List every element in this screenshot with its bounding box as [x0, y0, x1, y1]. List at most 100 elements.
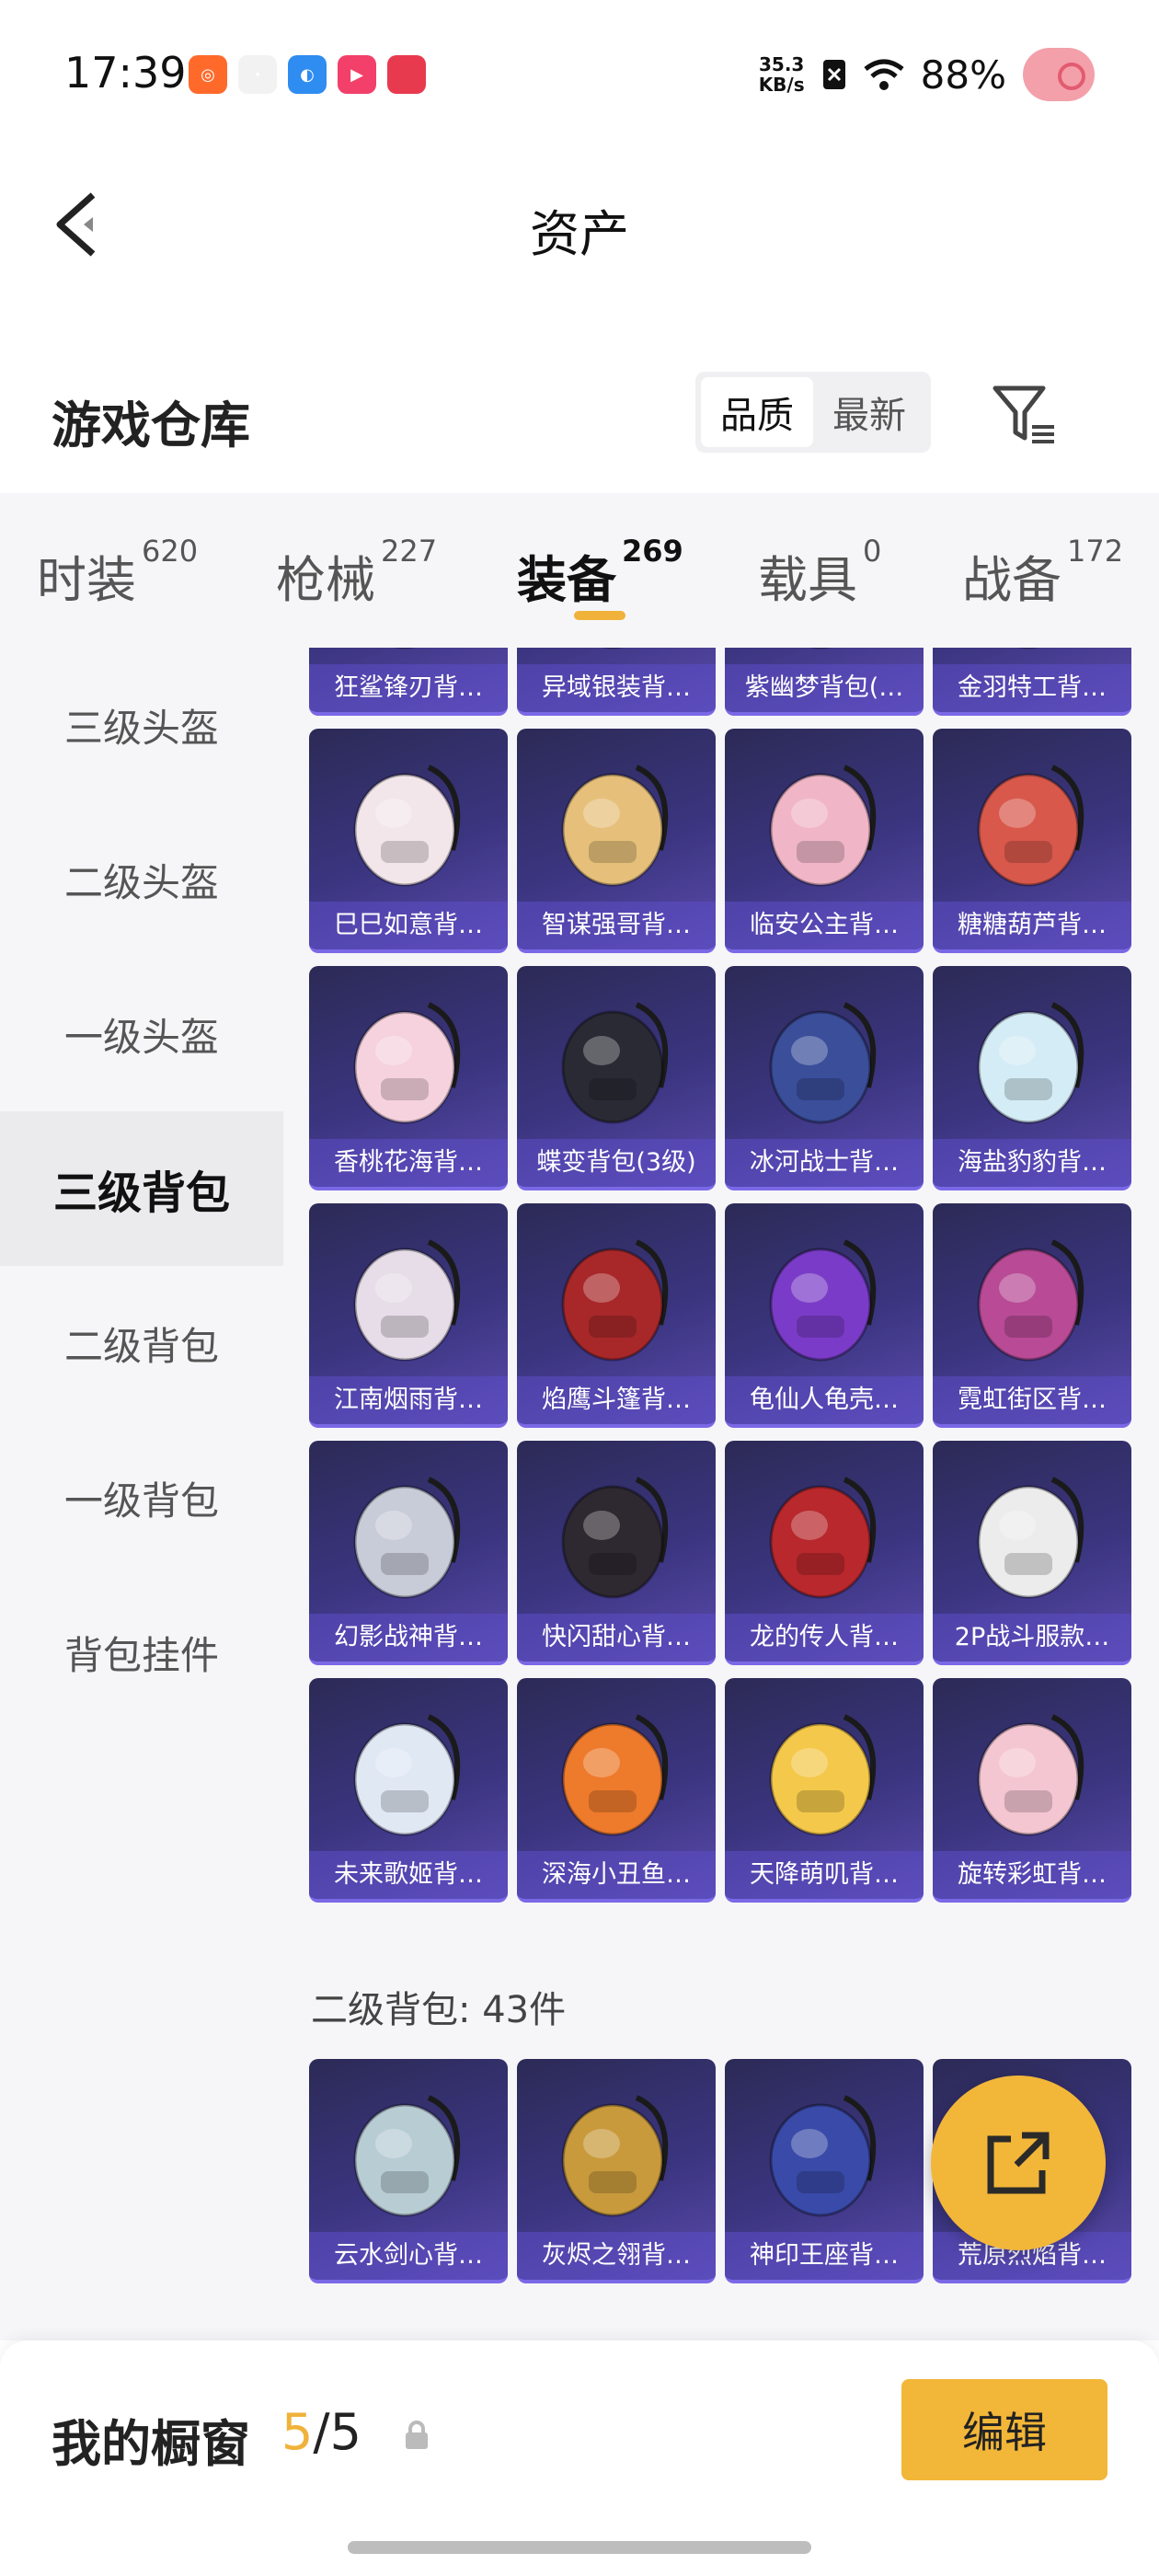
item-card[interactable]: 神印王座背… [725, 2059, 924, 2283]
item-card[interactable]: 异域银装背… [517, 648, 716, 716]
showcase-count: 5/5 [281, 2403, 361, 2461]
item-card[interactable]: 紫幽梦背包(… [725, 648, 924, 716]
item-name: 海盐豹豹背… [933, 1139, 1131, 1187]
item-card[interactable]: 金羽特工背… [933, 648, 1131, 716]
item-card[interactable]: 旋转彩虹背… [933, 1678, 1131, 1903]
backpack-image [756, 1698, 892, 1842]
edit-button[interactable]: 编辑 [901, 2379, 1107, 2480]
item-card[interactable]: 焰鹰斗篷背… [517, 1203, 716, 1428]
item-name: 紫幽梦背包(… [725, 664, 924, 712]
item-card[interactable]: 幻影战神背… [309, 1441, 508, 1665]
item-name: 2P战斗服款… [933, 1614, 1131, 1662]
item-name: 霓虹街区背… [933, 1376, 1131, 1424]
item-card[interactable]: 霓虹街区背… [933, 1203, 1131, 1428]
sort-newest-button[interactable]: 最新 [813, 377, 925, 447]
active-tab-indicator [574, 611, 625, 620]
backpack-image [548, 986, 684, 1130]
backpack-image [964, 1698, 1100, 1842]
item-card[interactable]: 2P战斗服款… [933, 1441, 1131, 1665]
pig-avatar-icon[interactable] [1023, 48, 1095, 101]
item-card[interactable]: 蝶变背包(3级) [517, 966, 716, 1190]
share-button[interactable] [931, 2076, 1106, 2250]
item-card[interactable]: 香桃花海背… [309, 966, 508, 1190]
sidebar-item-helmet-lv3[interactable]: 三级头盔 [0, 648, 283, 802]
item-name: 龙的传人背… [725, 1614, 924, 1662]
item-card[interactable]: 狂鲨锋刃背… [309, 648, 508, 716]
item-card[interactable]: 快闪甜心背… [517, 1441, 716, 1665]
network-speed-unit: KB/s [758, 74, 805, 96]
tab-guns[interactable]: 枪械 227 [276, 534, 437, 612]
item-name: 金羽特工背… [933, 664, 1131, 712]
backpack-image [548, 1698, 684, 1842]
item-name: 江南烟雨背… [309, 1376, 508, 1424]
sort-toggle: 品质 最新 [695, 372, 931, 453]
item-name: 智谋强哥背… [517, 902, 716, 949]
item-card[interactable]: 龙的传人背… [725, 1441, 924, 1665]
backpack-image [340, 1461, 476, 1604]
lock-icon [406, 2421, 428, 2449]
backpack-image [340, 1698, 476, 1842]
sidebar-item-backpack-charm[interactable]: 背包挂件 [0, 1575, 283, 1730]
backpack-image [964, 1224, 1100, 1367]
showcase-count-current: 5 [281, 2403, 314, 2461]
item-name: 深海小丑鱼… [517, 1851, 716, 1899]
backpack-image [756, 986, 892, 1130]
filter-button[interactable] [990, 381, 1060, 451]
wifi-icon [864, 59, 904, 90]
item-card[interactable]: 江南烟雨背… [309, 1203, 508, 1428]
backpack-image [340, 2079, 476, 2223]
tab-vehicles[interactable]: 载具 0 [758, 534, 881, 612]
network-speed: 35.3 KB/s [759, 54, 805, 95]
tab-equipment[interactable]: 装备 269 [517, 534, 683, 612]
backpack-image [340, 749, 476, 892]
backpack-image [756, 1461, 892, 1604]
sort-quality-button[interactable]: 品质 [701, 377, 813, 447]
tab-combat-prep[interactable]: 战备 172 [962, 534, 1123, 612]
backpack-image [340, 648, 476, 655]
video-app-icon: ▶ [338, 55, 376, 94]
item-card[interactable]: 深海小丑鱼… [517, 1678, 716, 1903]
item-card[interactable]: 未来歌姬背… [309, 1678, 508, 1903]
tab-fashion[interactable]: 时装 620 [37, 534, 198, 612]
item-card[interactable]: 龟仙人龟壳… [725, 1203, 924, 1428]
home-indicator [348, 2541, 811, 2554]
sidebar-item-backpack-lv1[interactable]: 一级背包 [0, 1420, 283, 1575]
sidebar-item-helmet-lv2[interactable]: 二级头盔 [0, 802, 283, 957]
showcase-count-total: 5 [329, 2403, 361, 2461]
item-card[interactable]: 灰烬之翎背… [517, 2059, 716, 2283]
item-name: 狂鲨锋刃背… [309, 664, 508, 712]
backpack-image [340, 1224, 476, 1367]
backpack-image [756, 1224, 892, 1367]
item-name: 香桃花海背… [309, 1139, 508, 1187]
item-card[interactable]: 巳巳如意背… [309, 729, 508, 953]
item-card[interactable]: 天降萌叽背… [725, 1678, 924, 1903]
status-right: 35.3 KB/s 88% [759, 48, 1095, 101]
tab-label: 枪械 [276, 551, 375, 609]
item-card[interactable]: 冰河战士背… [725, 966, 924, 1190]
filter-icon [993, 385, 1054, 443]
network-speed-value: 35.3 [758, 53, 805, 75]
small-app-icon: · [238, 55, 277, 94]
tab-label: 载具 [758, 551, 857, 609]
item-card[interactable]: 临安公主背… [725, 729, 924, 953]
item-card[interactable]: 糖糖葫芦背… [933, 729, 1131, 953]
status-app-icons: ◎ · ◐ ▶ [189, 55, 426, 94]
item-name: 未来歌姬背… [309, 1851, 508, 1899]
item-name: 云水剑心背… [309, 2232, 508, 2280]
item-card[interactable]: 智谋强哥背… [517, 729, 716, 953]
sidebar-item-backpack-lv2[interactable]: 二级背包 [0, 1266, 283, 1420]
item-card[interactable]: 云水剑心背… [309, 2059, 508, 2283]
sidebar: 三级头盔 二级头盔 一级头盔 三级背包 二级背包 一级背包 背包挂件 [0, 648, 283, 2340]
item-name: 灰烬之翎背… [517, 2232, 716, 2280]
tab-count: 620 [142, 534, 199, 569]
item-name: 神印王座背… [725, 2232, 924, 2280]
sim-off-icon [822, 60, 845, 89]
item-card[interactable]: 海盐豹豹背… [933, 966, 1131, 1190]
backpack-image [756, 648, 892, 655]
tab-label: 装备 [517, 551, 616, 609]
status-time: 17:39 [64, 48, 187, 98]
sidebar-item-helmet-lv1[interactable]: 一级头盔 [0, 957, 283, 1111]
blue-app-icon: ◐ [288, 55, 327, 94]
sidebar-item-backpack-lv3[interactable]: 三级背包 [0, 1111, 283, 1266]
backpack-lv3-grid: 狂鲨锋刃背… 异域银装背… 紫幽梦背包(… 金羽特工背… 巳巳如意背… 智谋强哥背… 临安公… [309, 648, 1131, 1903]
